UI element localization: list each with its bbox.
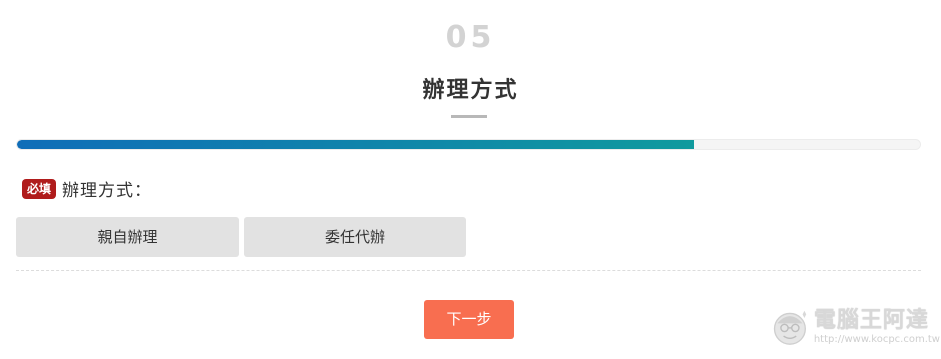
watermark-title: 電腦王阿達: [813, 308, 929, 333]
title-underline: [451, 115, 487, 118]
field-label: 辦理方式：: [62, 181, 153, 201]
option-in-person-button[interactable]: 親自辦理: [16, 217, 239, 257]
step-title: 辦理方式: [422, 78, 519, 103]
next-step-button[interactable]: 下一步: [424, 300, 514, 339]
form-page: 05 辦理方式 必填 辦理方式： 親自辦理 委任代辦 下一步 電腦王阿達 htt…: [0, 0, 941, 359]
step-number: 05: [445, 20, 496, 55]
field-label-row: 必填 辦理方式：: [22, 176, 152, 201]
option-delegate-button[interactable]: 委任代辦: [244, 217, 466, 257]
mascot-face-icon: [773, 310, 807, 345]
option-group: 親自辦理 委任代辦: [16, 217, 471, 257]
watermark: 電腦王阿達 http://www.kocpc.com.tw: [770, 298, 940, 356]
required-badge: 必填: [22, 178, 57, 199]
dashed-divider: [16, 270, 921, 271]
watermark-url: http://www.kocpc.com.tw: [813, 334, 940, 345]
watermark-text: 電腦王阿達 http://www.kocpc.com.tw: [814, 308, 940, 346]
progress-bar-fill: [17, 140, 695, 149]
progress-bar: [16, 139, 921, 150]
